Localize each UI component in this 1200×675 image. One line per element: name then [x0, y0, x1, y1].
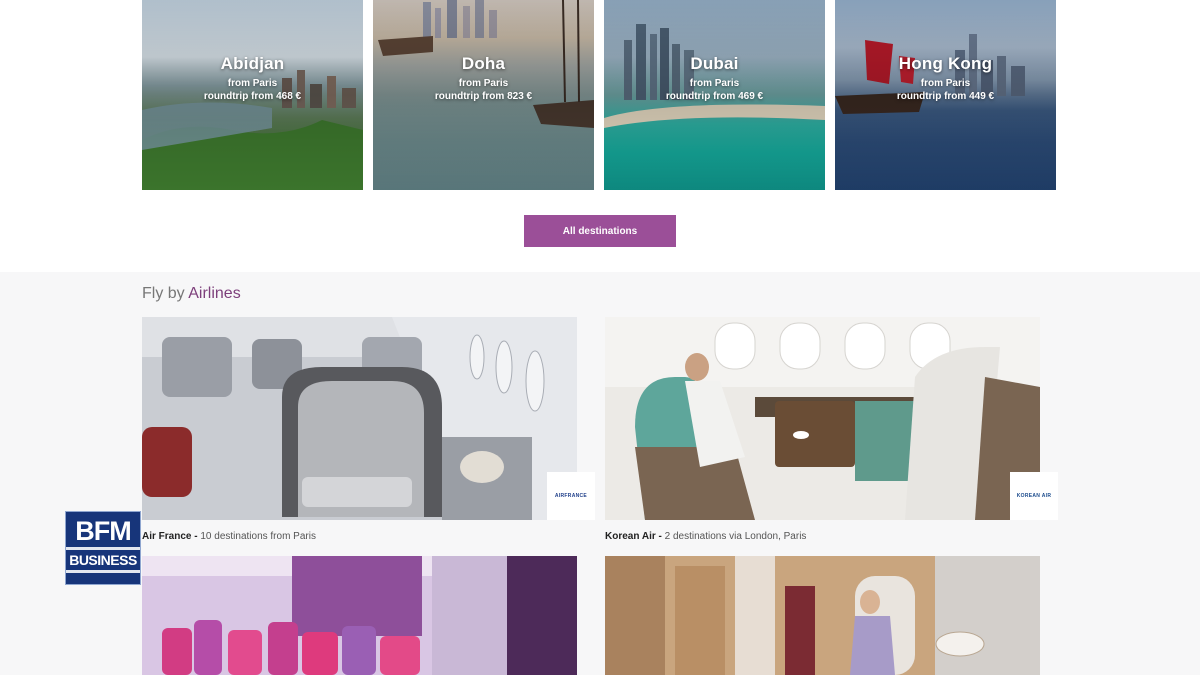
destination-price: roundtrip from 468 € — [203, 91, 302, 102]
destination-city: Doha — [461, 54, 506, 73]
destination-origin: from Paris — [920, 78, 971, 89]
airline-detail: 2 destinations via London, Paris — [664, 531, 807, 542]
destination-price: roundtrip from 469 € — [665, 91, 764, 102]
destination-card-doha[interactable]: Doha from Paris roundtrip from 823 € — [373, 0, 594, 190]
destination-card-hongkong[interactable]: Hong Kong from Paris roundtrip from 449 … — [835, 0, 1056, 190]
bfm-logo-line1: BFM — [75, 516, 131, 546]
section-title-prefix: Fly by — [142, 285, 189, 302]
destinations-row: Abidjan from Paris roundtrip from 468 € … — [142, 0, 1056, 190]
air-france-logo-text: AIRFRANCE — [554, 493, 588, 499]
airline-name: Air France - — [142, 531, 198, 542]
cabin-photo — [605, 317, 1040, 520]
destination-price: roundtrip from 823 € — [434, 91, 533, 102]
destination-card-dubai[interactable]: Dubai from Paris roundtrip from 469 € — [604, 0, 825, 190]
airline-caption: Air France - 10 destinations from Paris — [142, 531, 316, 542]
all-destinations-button[interactable]: All destinations — [524, 215, 676, 247]
destination-origin: from Paris — [227, 78, 278, 89]
section-title-accent: Airlines — [188, 285, 241, 302]
cabin-photo — [142, 317, 577, 520]
cabin-photo — [605, 556, 1040, 675]
korean-air-logo-text: KOREAN AIR — [1016, 493, 1052, 499]
bfm-logo-line2: BUSINESS — [66, 551, 140, 569]
airline-logo: KOREAN AIR — [1010, 472, 1058, 520]
cabin-photo — [142, 556, 577, 675]
airline-name: Korean Air - — [605, 531, 662, 542]
destination-origin: from Paris — [689, 78, 740, 89]
airline-logo: AIRFRANCE — [547, 472, 595, 520]
airline-detail: 10 destinations from Paris — [200, 531, 316, 542]
airline-caption: Korean Air - 2 destinations via London, … — [605, 531, 806, 542]
destination-city: Hong Kong — [898, 54, 993, 73]
destination-price: roundtrip from 449 € — [896, 91, 995, 102]
destination-card-abidjan[interactable]: Abidjan from Paris roundtrip from 468 € — [142, 0, 363, 190]
fly-by-airlines-section: Fly by Airlines AIRFRANCE Air France - 1… — [0, 272, 1200, 675]
destination-city: Dubai — [690, 54, 739, 73]
destination-city: Abidjan — [220, 54, 285, 73]
section-title: Fly by Airlines — [142, 285, 241, 303]
destination-origin: from Paris — [458, 78, 509, 89]
bfm-business-logo: BFM BUSINESS — [65, 511, 141, 585]
